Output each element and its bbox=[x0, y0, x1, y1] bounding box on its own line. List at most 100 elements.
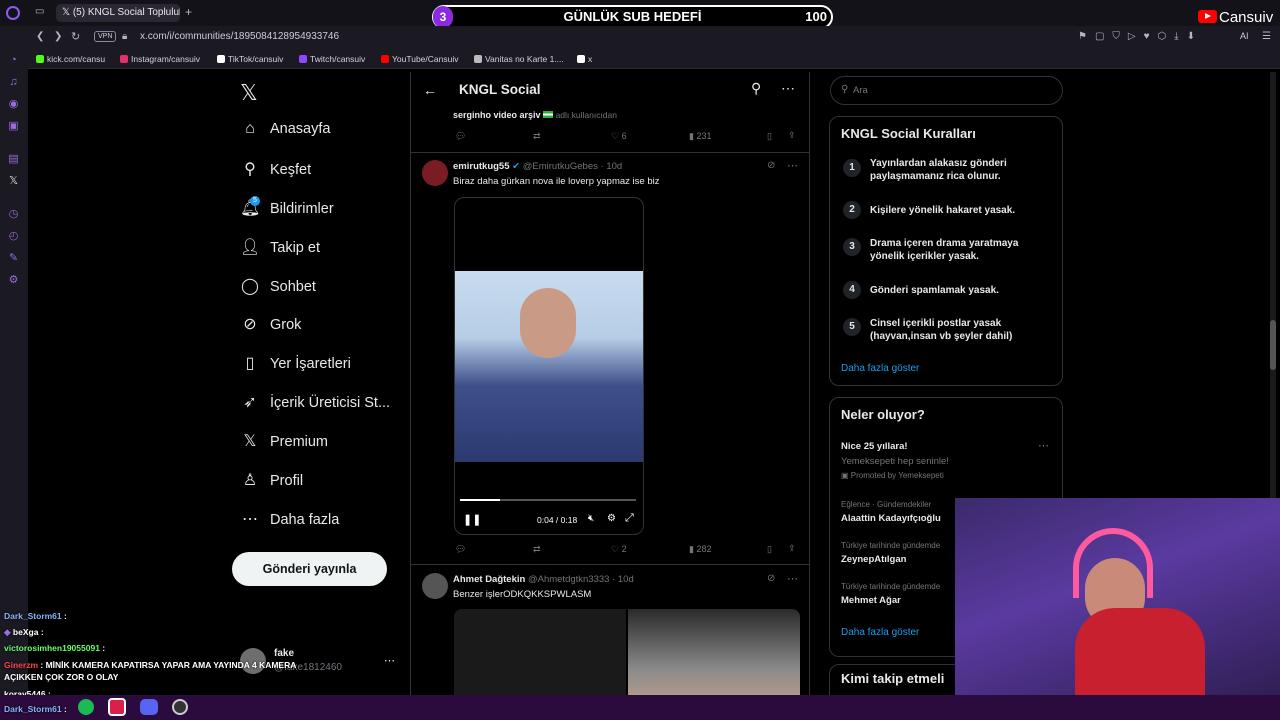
music-icon[interactable]: ♫ bbox=[7, 76, 20, 89]
bookmark-tiktok[interactable]: TikTok/cansuiv bbox=[217, 54, 283, 64]
instagram-rail-icon[interactable]: ▣ bbox=[7, 120, 20, 133]
messenger-icon[interactable]: ◔ bbox=[7, 54, 20, 67]
scrollbar-thumb[interactable] bbox=[1270, 320, 1276, 370]
video-player[interactable]: ❚❚ 0:04 / 0:18 🔇︎ ⚙ ⤢ bbox=[454, 197, 644, 535]
reload-icon[interactable]: ↻ bbox=[71, 30, 80, 43]
nav-home[interactable]: ⌂ Anasayfa bbox=[240, 120, 330, 144]
promo-more-icon[interactable]: ⋯ bbox=[1038, 439, 1049, 452]
bookmark-vanitas[interactable]: Vanitas no Karte 1.... bbox=[474, 54, 564, 64]
bookmark-kick[interactable]: kick.com/cansu bbox=[36, 54, 105, 64]
nav-chat[interactable]: ◯ Sohbet bbox=[240, 276, 316, 300]
nav-profile[interactable]: ♙ Profil bbox=[240, 470, 303, 494]
trend-name[interactable]: Alaattin Kadayıfçıoğlu bbox=[841, 513, 941, 524]
obs-icon[interactable] bbox=[172, 699, 188, 715]
like-button[interactable]: ♡ 6 bbox=[611, 131, 627, 142]
community-feed: ← KNGL Social ⚲ ⋯ serginho video arşiv a… bbox=[410, 72, 810, 695]
post-image-right[interactable] bbox=[628, 609, 800, 695]
home-icon: ⌂ bbox=[245, 120, 255, 137]
back-icon[interactable]: ❮ bbox=[36, 31, 44, 42]
whatsapp-icon[interactable]: ◉ bbox=[7, 98, 20, 111]
post-button[interactable]: Gönderi yayınla bbox=[232, 552, 387, 586]
avatar[interactable] bbox=[422, 573, 448, 599]
post-more-icon[interactable]: ⋯ bbox=[787, 159, 798, 172]
share-icon[interactable]: ⇪ bbox=[788, 130, 796, 141]
repost-icon[interactable]: ⇄ bbox=[533, 544, 541, 555]
post-image-left[interactable] bbox=[454, 609, 626, 695]
promoted-label: ▣ Promoted by Yemeksepeti bbox=[841, 471, 944, 480]
bookmark-icon: ▯ bbox=[245, 355, 255, 372]
share-icon[interactable]: ⇪ bbox=[788, 543, 796, 554]
back-arrow-icon[interactable]: ← bbox=[423, 82, 437, 98]
author-handle[interactable]: @EmirutkuGebes bbox=[523, 161, 598, 172]
like-button[interactable]: ♡ 2 bbox=[611, 544, 627, 555]
bookmark-icon[interactable]: ▯ bbox=[767, 131, 772, 142]
reply-icon[interactable]: 💬︎ bbox=[455, 544, 466, 555]
nav-premium[interactable]: 𝕏 Premium bbox=[240, 431, 328, 455]
views-count[interactable]: ▮ 231 bbox=[689, 131, 711, 142]
x-logo-icon[interactable]: 𝕏 bbox=[240, 80, 258, 106]
nav-explore[interactable]: ⚲ Keşfet bbox=[240, 159, 311, 183]
page-title: KNGL Social bbox=[459, 82, 541, 97]
fullscreen-icon[interactable]: ⤢ bbox=[625, 512, 634, 525]
pause-icon[interactable]: ❚❚ bbox=[463, 513, 481, 526]
rule-number: 5 bbox=[843, 318, 861, 336]
post-time[interactable]: · 10d bbox=[601, 161, 623, 172]
author-name[interactable]: Ahmet Dağtekin bbox=[453, 574, 525, 585]
grok-post-icon[interactable]: ⊘ bbox=[767, 160, 775, 171]
views-count[interactable]: ▮ 282 bbox=[689, 544, 711, 555]
author-handle[interactable]: @Ahmetdgtkn3333 bbox=[528, 574, 609, 585]
post-more-icon[interactable]: ⋯ bbox=[787, 572, 798, 585]
opera-logo-icon[interactable] bbox=[6, 6, 20, 20]
trend-name[interactable]: ZeynepAtılgan bbox=[841, 554, 906, 565]
settings-icon[interactable]: ⚙ bbox=[607, 513, 616, 524]
search-input[interactable]: ⚲ Ara bbox=[830, 76, 1063, 105]
author-name[interactable]: emirutkug55 bbox=[453, 161, 510, 172]
nav-follow[interactable]: 👤︎ Takip et bbox=[240, 237, 320, 261]
post-time[interactable]: · 10d bbox=[612, 574, 634, 585]
kick-icon bbox=[36, 55, 44, 63]
clock-icon[interactable]: ◴ bbox=[7, 230, 20, 243]
reply-icon[interactable]: 💬︎ bbox=[455, 131, 466, 142]
vpn-badge[interactable]: VPN bbox=[94, 31, 117, 42]
bookmark-twitch[interactable]: Twitch/cansuiv bbox=[299, 54, 365, 64]
show-more-link[interactable]: Daha fazla göster bbox=[841, 363, 919, 374]
avatar[interactable] bbox=[422, 160, 448, 186]
more-options-icon[interactable]: ⋯ bbox=[781, 80, 795, 97]
trend-name[interactable]: Mehmet Ağar bbox=[841, 595, 901, 606]
url-field[interactable]: x.com/i/communities/1895084128954933746 bbox=[140, 31, 339, 42]
toolbar-icons[interactable]: ⚑▢⛉▷♥⬡⤓⬇ bbox=[1078, 31, 1203, 42]
trends-show-more-link[interactable]: Daha fazla göster bbox=[841, 627, 919, 638]
pin-icon[interactable]: ✎ bbox=[7, 252, 20, 265]
mute-icon[interactable]: 🔇︎ bbox=[588, 513, 594, 524]
spotify-icon[interactable] bbox=[78, 699, 94, 715]
nav-more[interactable]: ⋯ Daha fazla bbox=[240, 509, 339, 533]
nav-grok[interactable]: ⊘ Grok bbox=[240, 314, 301, 338]
bookmark-youtube[interactable]: YouTube/Cansuiv bbox=[381, 54, 458, 64]
x-rail-icon[interactable]: 𝕏 bbox=[7, 175, 20, 188]
history-icon[interactable]: ◷ bbox=[7, 208, 20, 221]
nav-bookmarks[interactable]: ▯ Yer İşaretleri bbox=[240, 353, 351, 377]
discord-icon[interactable] bbox=[140, 699, 158, 715]
nav-creator-studio[interactable]: ➶ İçerik Üreticisi St... bbox=[240, 392, 390, 416]
ai-button[interactable]: AI bbox=[1240, 31, 1249, 41]
chat-message: Dark_Storm61 : bbox=[4, 704, 67, 714]
promo-title[interactable]: Nice 25 yıllara! bbox=[841, 441, 908, 452]
opera-taskbar-icon[interactable] bbox=[108, 698, 126, 716]
account-menu-icon[interactable]: ⋯ bbox=[384, 654, 395, 667]
grok-post-icon[interactable]: ⊘ bbox=[767, 573, 775, 584]
settings-icon[interactable]: ⚙ bbox=[7, 274, 20, 287]
bookmark-x[interactable]: x bbox=[577, 54, 592, 64]
twitch-rail-icon[interactable]: ▤ bbox=[7, 153, 20, 166]
post-header: emirutkug55 ✔ @EmirutkuGebes · 10d bbox=[453, 161, 622, 172]
bookmark-icon[interactable]: ▯ bbox=[767, 544, 772, 555]
bookmark-instagram[interactable]: Instagram/cansuiv bbox=[120, 54, 200, 64]
search-icon[interactable]: ⚲ bbox=[751, 80, 761, 97]
search-icon: ⚲ bbox=[244, 161, 256, 178]
tab-overview-icon[interactable]: ▭ bbox=[35, 6, 44, 17]
new-tab-icon[interactable]: + bbox=[185, 5, 192, 19]
lock-icon[interactable]: 🔒︎ bbox=[122, 31, 127, 42]
forward-icon[interactable]: ❯ bbox=[54, 31, 62, 42]
menu-icon[interactable]: ☰ bbox=[1262, 31, 1271, 42]
tab-active[interactable]: 𝕏 (5) KNGL Social Topluluk / bbox=[56, 4, 180, 22]
repost-icon[interactable]: ⇄ bbox=[533, 131, 541, 142]
